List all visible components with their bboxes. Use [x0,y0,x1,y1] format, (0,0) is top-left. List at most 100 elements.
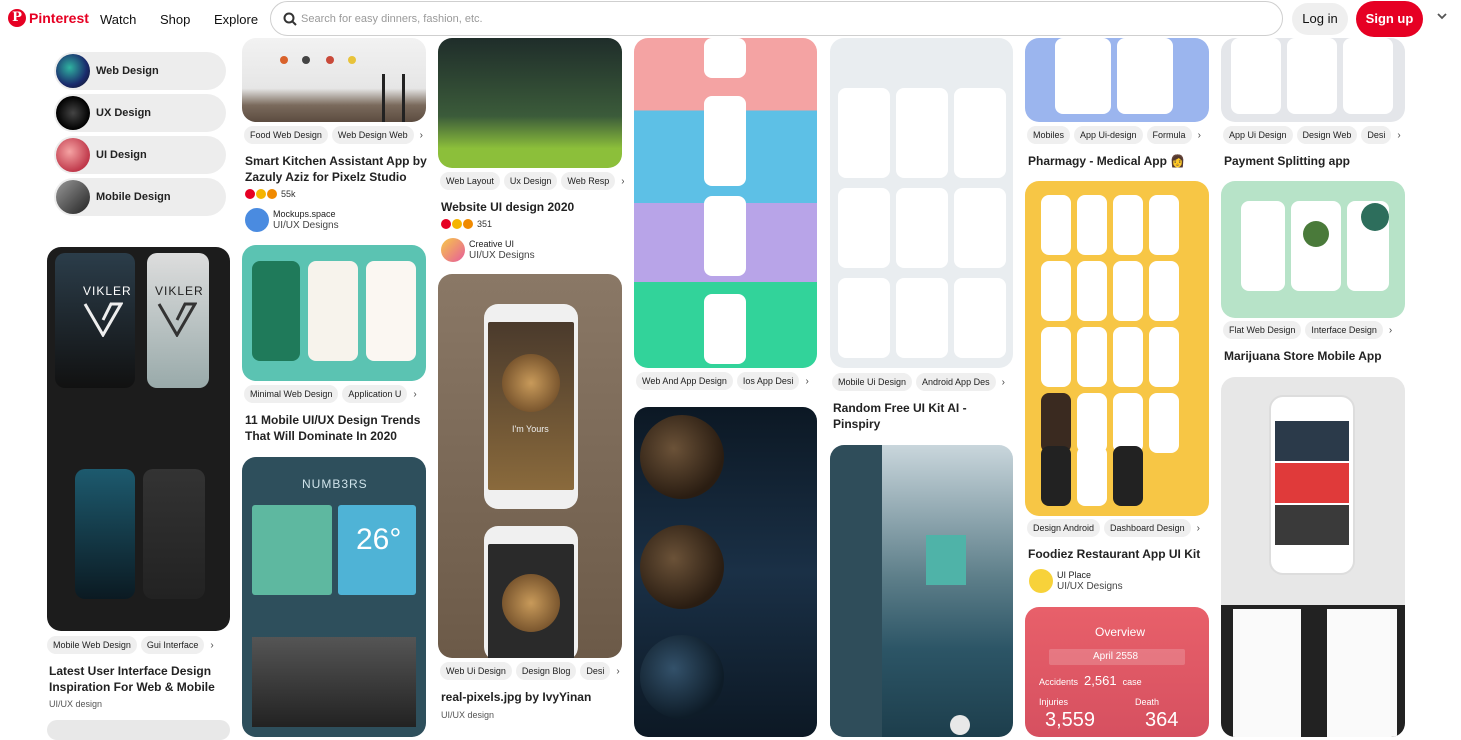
pin-title[interactable]: Latest User Interface Design Inspiration… [49,663,232,695]
pin-image[interactable]: I'm Yours [438,274,622,658]
pin-image[interactable]: NUMB3RS 26° [242,457,426,737]
pin-image[interactable] [242,245,426,381]
pin-image[interactable] [634,407,817,737]
chevron-right-icon[interactable]: › [210,640,213,651]
related-thumbnail [56,96,90,130]
pin-image[interactable]: VIKLER VIKLER [47,247,230,631]
pin-title[interactable]: Foodiez Restaurant App UI Kit [1028,546,1212,562]
pin-title[interactable]: Random Free UI Kit AI - Pinspiry [833,400,1013,432]
pin-image[interactable] [830,38,1013,368]
pin-title[interactable]: Smart Kitchen Assistant App by Zazuly Az… [245,153,429,185]
tag-chip[interactable]: Formula [1146,126,1192,144]
tag-chip[interactable]: App Ui-design [1074,126,1143,144]
pin-image[interactable] [47,720,230,740]
search-input[interactable] [301,9,1241,29]
tag-chip[interactable]: Design Web [1296,126,1358,144]
tag-chip[interactable]: Web Resp [561,172,616,190]
pin-image[interactable] [634,38,817,368]
nav-watch[interactable]: Watch [100,12,136,27]
chevron-right-icon[interactable]: › [616,666,619,677]
pin-image[interactable] [1221,38,1405,122]
chevron-right-icon[interactable]: › [1198,130,1201,141]
chevron-right-icon[interactable]: › [413,389,416,400]
tag-chip[interactable]: Interface Design [1305,321,1383,339]
pin-title[interactable]: Marijuana Store Mobile App [1224,348,1408,364]
related-search-mobile-design[interactable]: Mobile Design [54,178,226,216]
tag-chip[interactable]: Application U [342,385,408,403]
nav-explore[interactable]: Explore [214,12,258,27]
pin-tags: Mobile Web Design Gui Interface › [47,636,232,654]
pin-tags: Minimal Web Design Application U › [244,385,428,403]
board-name: UI/UX Designs [469,250,535,261]
pin-image[interactable] [242,38,426,122]
pin-image[interactable] [1221,377,1405,737]
chevron-right-icon[interactable]: › [1397,130,1400,141]
pin-tags: Web Ui Design Design Blog Desi › [440,662,624,680]
chevron-right-icon[interactable]: › [1389,325,1392,336]
chevron-right-icon[interactable]: › [621,176,624,187]
pin-title[interactable]: 11 Mobile UI/UX Design Trends That Will … [245,412,429,444]
tag-chip[interactable]: Flat Web Design [1223,321,1302,339]
tag-chip[interactable]: App Ui Design [1223,126,1293,144]
overview-title: Overview [1095,625,1146,639]
wow-icon [452,219,462,229]
chevron-right-icon[interactable]: › [805,376,808,387]
tag-chip[interactable]: Mobile Ui Design [832,373,913,391]
overview-date: April 2558 [1093,651,1139,662]
pin-tags: Mobiles App Ui-design Formula › [1027,126,1211,144]
pin-tags: Mobile Ui Design Android App Des › [832,373,1015,391]
haha-icon [463,219,473,229]
related-search-ux-design[interactable]: UX Design [54,94,226,132]
reaction-count: 55k [281,189,296,199]
pin-title[interactable]: Website UI design 2020 [441,199,625,215]
tag-chip[interactable]: Minimal Web Design [244,385,339,403]
tag-chip[interactable]: Mobiles [1027,126,1071,144]
nav-shop[interactable]: Shop [160,12,190,27]
pinterest-icon: P [8,9,26,27]
chevron-right-icon[interactable]: › [1197,523,1200,534]
signup-button[interactable]: Sign up [1356,1,1423,37]
top-bar: P Pinterest Watch Shop Explore Log in Si… [0,0,1461,38]
tag-chip[interactable]: Design Blog [515,662,577,680]
login-button[interactable]: Log in [1292,3,1348,35]
pin-author[interactable]: Mockups.space UI/UX Designs [245,208,339,232]
tag-chip[interactable]: Ux Design [503,172,558,190]
tag-chip[interactable]: Gui Interface [140,636,205,654]
pinterest-logo[interactable]: P Pinterest [8,9,89,27]
pin-image[interactable] [830,445,1013,737]
pin-title[interactable]: Pharmagy - Medical App 👩 [1028,153,1212,169]
pin-image[interactable] [1025,181,1209,516]
pin-title[interactable]: Payment Splitting app [1224,153,1408,169]
tag-chip[interactable]: Food Web Design [244,126,328,144]
pin-image[interactable] [1025,38,1209,122]
tag-chip[interactable]: Design Android [1027,519,1101,537]
related-search-ui-design[interactable]: UI Design [54,136,226,174]
tag-chip[interactable]: Web Layout [440,172,500,190]
pin-title[interactable]: real-pixels.jpg by IvyYinan [441,689,625,705]
tag-chip[interactable]: Mobile Web Design [47,636,137,654]
chevron-right-icon[interactable]: › [420,130,423,141]
tag-chip[interactable]: Dashboard Design [1104,519,1191,537]
tag-chip[interactable]: Web And App Design [636,372,733,390]
tag-chip[interactable]: Android App Des [916,373,996,391]
tag-chip[interactable]: Web Design Web [331,126,414,144]
pin-image[interactable] [438,38,622,168]
pin-author[interactable]: UI Place UI/UX Designs [1029,569,1123,593]
heart-icon [245,189,255,199]
heart-icon [441,219,451,229]
search-bar[interactable] [270,1,1283,36]
tag-chip[interactable]: Ios App Desi [736,372,800,390]
reaction-count: 351 [477,219,493,229]
tag-chip[interactable]: Web Ui Design [440,662,512,680]
pin-image[interactable] [1221,181,1405,318]
tag-chip[interactable]: Desi [580,662,611,680]
image-text: NUMB3RS [302,477,368,491]
related-search-web-design[interactable]: Web Design [54,52,226,90]
accidents-unit: case [1122,677,1142,687]
chevron-right-icon[interactable]: › [1002,377,1005,388]
chevron-down-icon[interactable] [1436,10,1448,22]
logo-mark [83,302,123,337]
tag-chip[interactable]: Desi [1361,126,1392,144]
pin-author[interactable]: Creative UI UI/UX Designs [441,238,535,262]
pin-image[interactable]: Overview April 2558 Accidents 2,561 case… [1025,607,1209,737]
